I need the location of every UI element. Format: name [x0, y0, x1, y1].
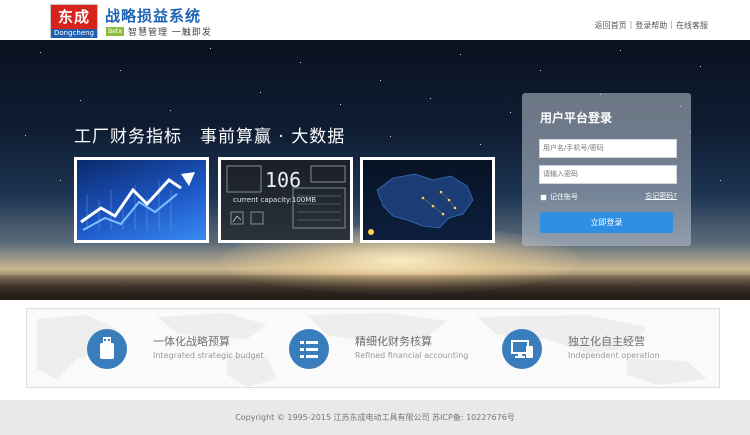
monitor-devices-icon: [502, 329, 542, 369]
star: [480, 144, 481, 145]
thumb-china-map: [360, 157, 495, 243]
star: [120, 70, 121, 71]
china-map-icon: [368, 173, 474, 235]
login-title: 用户平台登录: [540, 111, 613, 125]
banner-headline: 工厂财务指标 事前算赢 · 大数据: [74, 127, 346, 147]
list-checklist-icon: [289, 329, 329, 369]
link-separator: |: [629, 20, 633, 29]
logo-subtext: Dongcheng: [51, 29, 97, 38]
star: [510, 112, 511, 113]
feature-title: 一体化战略预算: [153, 335, 230, 348]
remember-checkbox[interactable]: [540, 193, 547, 201]
online-support-link[interactable]: 在线客服: [676, 20, 708, 31]
login-panel: 用户平台登录 用户名/手机号/密码 请输入密码 记住账号 忘记密码? 立即登录: [522, 93, 691, 246]
star: [430, 98, 431, 99]
star: [300, 62, 301, 63]
capacity-number: 106: [265, 168, 302, 192]
feature-title: 精细化财务核算: [355, 335, 432, 348]
growth-arrow-icon: [80, 172, 195, 231]
feature-subtitle: Independent operation: [568, 351, 660, 360]
star: [170, 110, 171, 111]
star: [380, 80, 381, 81]
features-strip: 一体化战略预算 Integrated strategic budget 精细化财…: [26, 308, 720, 388]
app-title: 战略损益系统: [105, 7, 202, 25]
home-link[interactable]: 返回首页: [595, 20, 627, 31]
beta-badge: Beta: [106, 27, 124, 36]
password-input[interactable]: 请输入密码: [539, 165, 677, 184]
app-slogan: 智慧管理 一触即发: [128, 28, 212, 38]
city-skyline: [0, 275, 750, 300]
star: [460, 54, 461, 55]
remember-account[interactable]: 记住账号: [540, 192, 578, 202]
star: [390, 136, 391, 137]
star: [540, 70, 541, 71]
username-input[interactable]: 用户名/手机号/密码: [539, 139, 677, 158]
star: [210, 48, 211, 49]
login-help-link[interactable]: 登录帮助: [635, 20, 667, 31]
star: [25, 135, 26, 136]
footer: Copyright © 1995-2015 江苏东成电动工具有限公司 苏ICP备…: [0, 400, 750, 435]
thumb-growth-chart: [74, 157, 209, 243]
copyright-text: Copyright © 1995-2015 江苏东成电动工具有限公司 苏ICP备…: [235, 413, 515, 422]
feature-subtitle: Refined financial accounting: [355, 351, 469, 360]
logo-text: 东成: [51, 5, 97, 29]
usb-drive-icon: [87, 329, 127, 369]
forgot-password-link[interactable]: 忘记密码?: [645, 191, 677, 201]
header: 东成 Dongcheng 战略损益系统 Beta 智慧管理 一触即发 返回首页 …: [0, 0, 750, 40]
star: [720, 180, 721, 181]
feature-subtitle: Integrated strategic budget: [153, 351, 264, 360]
feature-title: 独立化自主经营: [568, 335, 645, 348]
thumb-dashboard: 106 current capacity:100MB: [218, 157, 353, 243]
star: [40, 52, 41, 53]
star: [340, 104, 341, 105]
login-button[interactable]: 立即登录: [540, 212, 673, 233]
star: [260, 92, 261, 93]
star: [700, 66, 701, 67]
company-logo[interactable]: 东成 Dongcheng: [50, 4, 98, 38]
link-separator: |: [670, 20, 673, 29]
star: [80, 100, 81, 101]
star: [60, 180, 61, 181]
star: [620, 50, 621, 51]
capacity-caption: current capacity:100MB: [233, 196, 317, 204]
top-links: 返回首页 | 登录帮助 | 在线客服: [595, 20, 708, 31]
remember-label: 记住账号: [550, 193, 578, 201]
